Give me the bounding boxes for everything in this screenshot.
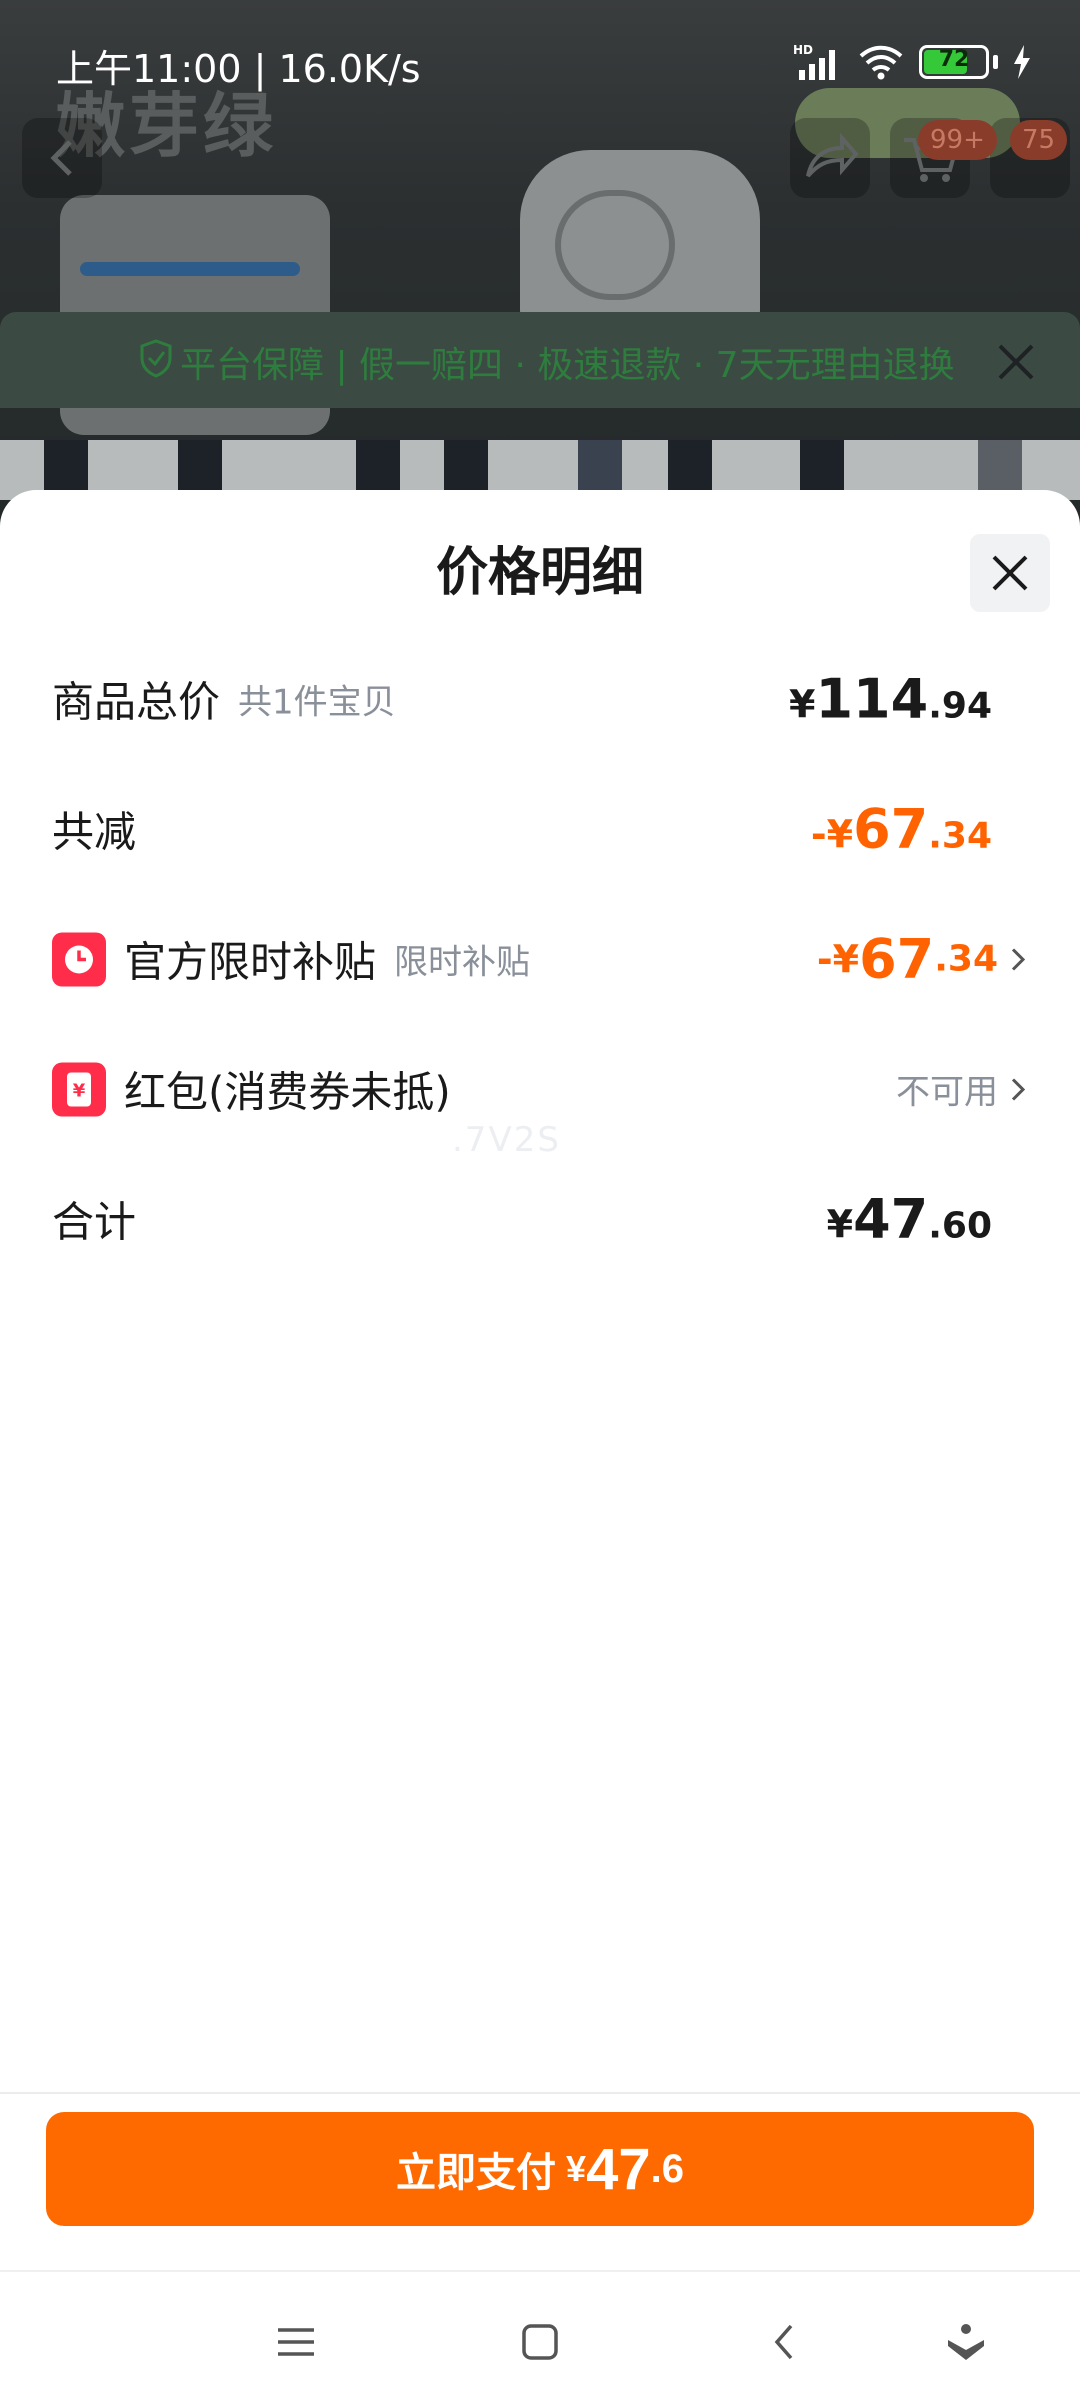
row-label: 合计 xyxy=(52,1197,137,1247)
row-value: ¥47.60 xyxy=(827,1188,992,1251)
watermark: .7V2S xyxy=(452,1120,561,1160)
row-goods-total: 商品总价 共1件宝贝 ¥114.94 xyxy=(52,654,1028,744)
row-label: 红包(消费券未抵) xyxy=(124,1067,451,1117)
shield-icon xyxy=(140,339,172,378)
battery-level: 72 xyxy=(938,47,970,72)
back-icon xyxy=(774,2324,793,2360)
background-product-image-detail xyxy=(555,190,675,300)
value-decimal: .60 xyxy=(928,1205,992,1247)
chevron-right-icon xyxy=(1011,1077,1026,1101)
battery-nub xyxy=(993,55,998,69)
back-nav-button[interactable] xyxy=(754,2312,814,2372)
cart-count-badge: 99+ xyxy=(918,120,997,160)
close-button[interactable] xyxy=(970,534,1050,612)
pay-now-button[interactable]: 立即支付 ¥47.6 xyxy=(46,2112,1034,2226)
more-count-badge: 75 xyxy=(1010,120,1068,160)
home-icon xyxy=(522,2324,558,2360)
currency-symbol: ¥ xyxy=(789,682,816,727)
pay-divider xyxy=(0,2092,1080,2094)
close-icon xyxy=(992,555,1028,591)
wifi-icon xyxy=(859,45,903,80)
unavailable-text: 不可用 xyxy=(896,1072,998,1113)
currency-symbol: ¥ xyxy=(566,2148,587,2189)
value-integer: 47 xyxy=(853,1187,929,1251)
share-button xyxy=(790,118,870,198)
value-decimal: .34 xyxy=(934,938,998,980)
platform-guarantee-banner: 平台保障 | 假一赔四 · 极速退款 · 7天无理由退换 xyxy=(0,312,1080,408)
clock-icon xyxy=(52,932,106,986)
share-icon xyxy=(806,132,859,178)
close-icon xyxy=(998,344,1034,380)
platform-guarantee-text: 平台保障 | 假一赔四 · 极速退款 · 7天无理由退换 xyxy=(180,345,955,386)
row-sublabel: 共1件宝贝 xyxy=(238,682,396,723)
pay-amount-decimal: .6 xyxy=(650,2146,684,2191)
value-decimal: .94 xyxy=(928,685,992,727)
pay-amount-integer: 47 xyxy=(586,2136,651,2202)
price-detail-sheet: 价格明细 商品总价 共1件宝贝 ¥114.94 共减 -¥67.34 官方限时补… xyxy=(0,490,1080,2270)
status-bar: 上午11:00 | 16.0K/s HD 72 xyxy=(0,0,1080,96)
menu-icon xyxy=(278,2328,314,2356)
row-label: 商品总价 xyxy=(52,677,221,727)
pay-now-label: 立即支付 xyxy=(396,2151,557,2195)
row-grand-total: 合计 ¥47.60 xyxy=(52,1174,1028,1264)
back-button xyxy=(22,118,102,198)
currency-symbol: -¥ xyxy=(810,812,854,857)
status-time: 上午11:00 | 16.0K/s xyxy=(56,47,421,91)
chevron-right-icon xyxy=(1011,947,1026,971)
system-nav-bar xyxy=(0,2270,1080,2400)
row-value: 不可用 xyxy=(896,1065,1028,1114)
row-label: 共减 xyxy=(52,807,137,857)
row-official-subsidy[interactable]: 官方限时补贴 限时补贴 -¥ 67.34 xyxy=(52,914,1028,1004)
home-button[interactable] xyxy=(510,2312,570,2372)
svg-text:HD: HD xyxy=(793,43,813,57)
sheet-title: 价格明细 xyxy=(435,543,644,603)
back-arrow-icon xyxy=(50,140,72,176)
value-integer: 114 xyxy=(815,667,929,731)
value-integer: 67 xyxy=(859,927,935,991)
signal-icon: HD xyxy=(793,43,835,80)
menu-button[interactable] xyxy=(266,2312,326,2372)
row-value: -¥67.34 xyxy=(817,928,1028,991)
background-product-thumb-detail xyxy=(80,262,300,276)
red-packet-icon: ¥ xyxy=(52,1062,106,1116)
currency-symbol: -¥ xyxy=(816,937,860,981)
battery-icon: 72 xyxy=(919,45,989,79)
row-label: 官方限时补贴 xyxy=(124,937,377,987)
row-value: ¥114.94 xyxy=(789,668,992,731)
row-total-discount: 共减 -¥67.34 xyxy=(52,784,1028,874)
currency-symbol: ¥ xyxy=(826,1202,854,1247)
value-integer: 67 xyxy=(853,797,929,861)
assistant-button[interactable] xyxy=(936,2312,996,2372)
charging-icon xyxy=(1014,45,1030,79)
assistant-icon xyxy=(948,2324,984,2360)
svg-text:¥: ¥ xyxy=(73,1080,86,1101)
row-sublabel: 限时补贴 xyxy=(394,942,531,983)
value-decimal: .34 xyxy=(928,815,992,857)
status-icons: HD 72 xyxy=(793,38,1032,86)
row-value: -¥67.34 xyxy=(811,798,992,861)
